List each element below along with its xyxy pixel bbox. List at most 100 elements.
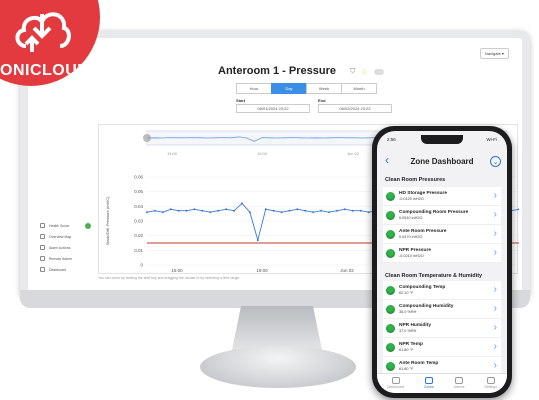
side-item-alarm-actions[interactable]: Alarm Actions bbox=[40, 242, 91, 253]
bell-icon bbox=[455, 377, 464, 384]
side-item-remote-admin[interactable]: Remote Admin bbox=[40, 253, 91, 264]
title-actions: ⛉ ☆ bbox=[350, 68, 384, 76]
status-dot-icon bbox=[386, 342, 395, 352]
data-point bbox=[161, 211, 164, 214]
chart-icon bbox=[424, 377, 433, 384]
data-point bbox=[217, 209, 220, 212]
data-point bbox=[518, 208, 520, 211]
list-item[interactable]: Ante Room Pressure 0.0470 inH2O › bbox=[383, 225, 501, 244]
x-tick-label: 15:00 bbox=[171, 268, 183, 273]
filter-icon[interactable]: ⛉ bbox=[350, 68, 355, 76]
list-item[interactable]: NPR Humidity 37.0 %RH › bbox=[383, 319, 501, 338]
chevron-right-icon: › bbox=[493, 360, 497, 371]
data-point bbox=[264, 208, 267, 211]
data-point bbox=[185, 209, 188, 212]
end-date-field[interactable]: 06/02/2024 23:22 bbox=[318, 104, 392, 113]
tab-label: Dashboard bbox=[386, 385, 405, 389]
item-value: -0.0210 inH2O bbox=[399, 254, 424, 258]
data-point bbox=[320, 209, 323, 212]
wrench-icon bbox=[40, 256, 45, 261]
star-icon[interactable]: ☆ bbox=[361, 68, 367, 76]
data-point bbox=[169, 208, 172, 211]
tab-week[interactable]: Week bbox=[306, 83, 342, 94]
map-icon bbox=[40, 234, 45, 239]
y-tick-label: 0.04 bbox=[134, 204, 143, 209]
data-point bbox=[209, 211, 212, 214]
navigator-tick-label: 15:00 bbox=[167, 151, 178, 156]
chevron-right-icon: › bbox=[493, 247, 497, 258]
side-item-label: Health Score bbox=[49, 223, 70, 228]
tab-label: Settings bbox=[484, 385, 498, 389]
list-item[interactable]: Compounding Humidity 36.0 %RH › bbox=[383, 300, 501, 319]
item-value: 36.0 %RH bbox=[399, 310, 417, 314]
section-title: Clean Room Temperature & Humidity bbox=[385, 273, 483, 279]
list-item[interactable]: Compounding Temp 62.10 °F › bbox=[383, 281, 501, 300]
list-item[interactable]: NPR Pressure -0.0210 inH2O › bbox=[383, 244, 501, 263]
home-icon bbox=[391, 377, 400, 384]
status-ok-icon bbox=[85, 222, 92, 229]
status-dot-icon bbox=[386, 210, 395, 220]
list-item[interactable]: Compounding Room Pressure 0.0510 inH2O › bbox=[383, 206, 501, 225]
chevron-right-icon: › bbox=[493, 303, 497, 314]
data-point bbox=[248, 211, 251, 214]
item-value: 0.0470 inH2O bbox=[399, 235, 423, 239]
tab-label: Alarms bbox=[453, 385, 465, 389]
status-signal: Wi-Fi bbox=[486, 137, 498, 142]
data-point bbox=[296, 208, 299, 211]
navigator-tick-label: Jun 02 bbox=[347, 151, 360, 156]
tab-alarms[interactable]: Alarms bbox=[453, 374, 465, 393]
y-tick-label: 0.06 bbox=[134, 175, 143, 180]
heart-icon bbox=[40, 223, 45, 228]
item-value: 61.80 °F bbox=[399, 348, 414, 352]
chevron-right-icon: › bbox=[493, 190, 497, 201]
tab-month[interactable]: Month bbox=[341, 83, 377, 94]
list-item[interactable]: NPR Temp 61.80 °F › bbox=[383, 338, 501, 357]
navigate-dropdown[interactable]: Navigate ▾ bbox=[480, 48, 509, 59]
navigator-tick-label: 19:00 bbox=[257, 151, 268, 156]
pressure-list: HD Storage Pressure -0.0120 inH2O › Compo… bbox=[383, 187, 501, 263]
item-name: Ante Room Pressure bbox=[399, 229, 447, 234]
data-point bbox=[153, 209, 156, 212]
y-tick-label: 0.01 bbox=[134, 248, 143, 253]
phone-title: Zone Dashboard bbox=[410, 156, 474, 166]
side-item-label: Dashboard bbox=[49, 267, 67, 272]
tab-dashboard[interactable]: Dashboard bbox=[387, 374, 404, 393]
data-point bbox=[193, 208, 196, 211]
y-tick-label: 0.03 bbox=[134, 219, 143, 224]
chevron-down-icon[interactable]: ⌄ bbox=[490, 156, 501, 167]
y-tick-label: 0.05 bbox=[134, 189, 143, 194]
data-point bbox=[351, 209, 354, 212]
phone-header: Zone Dashboard bbox=[377, 151, 507, 171]
toggle-switch[interactable] bbox=[373, 69, 384, 75]
item-name: NPR Humidity bbox=[399, 323, 431, 328]
x-tick-label: Jun 02 bbox=[340, 268, 354, 273]
data-point bbox=[256, 239, 259, 242]
status-dot-icon bbox=[386, 323, 395, 333]
data-point bbox=[272, 209, 275, 212]
navigate-label: Navigate bbox=[485, 51, 501, 56]
side-item-dashboard[interactable]: Dashboard bbox=[40, 264, 91, 275]
section-title: Clean Room Pressures bbox=[385, 177, 446, 183]
brand-name: ONICLOUD bbox=[0, 62, 90, 79]
y-tick-label: 0 bbox=[140, 263, 143, 268]
page-title: Anteroom 1 - Pressure bbox=[218, 65, 336, 77]
tab-day[interactable]: Day bbox=[271, 83, 307, 94]
status-dot-icon bbox=[386, 248, 395, 258]
list-item[interactable]: HD Storage Pressure -0.0120 inH2O › bbox=[383, 187, 501, 206]
data-point bbox=[304, 209, 307, 212]
item-name: Compounding Room Pressure bbox=[399, 210, 469, 215]
start-date-field[interactable]: 06/01/2024 23:22 bbox=[236, 104, 310, 113]
status-dot-icon bbox=[386, 304, 395, 314]
side-item-health-score[interactable]: Health Score bbox=[40, 220, 92, 231]
climate-list: Compounding Temp 62.10 °F › Compounding H… bbox=[383, 281, 501, 376]
data-point bbox=[280, 211, 283, 214]
tab-settings[interactable]: Settings bbox=[484, 374, 497, 393]
gear-icon bbox=[486, 377, 495, 384]
data-point bbox=[359, 209, 362, 212]
side-item-overview-map[interactable]: Overview Map bbox=[40, 231, 91, 242]
chart-note: You can zoom by holding the shift key an… bbox=[98, 276, 241, 280]
tab-hour[interactable]: Hour bbox=[236, 83, 272, 94]
monitor-stand-base bbox=[200, 346, 356, 388]
phone-screen: 2:56 Wi-Fi ‹ Zone Dashboard ⌄ Clean Room… bbox=[377, 131, 507, 393]
tab-zones[interactable]: Zones bbox=[424, 374, 434, 393]
